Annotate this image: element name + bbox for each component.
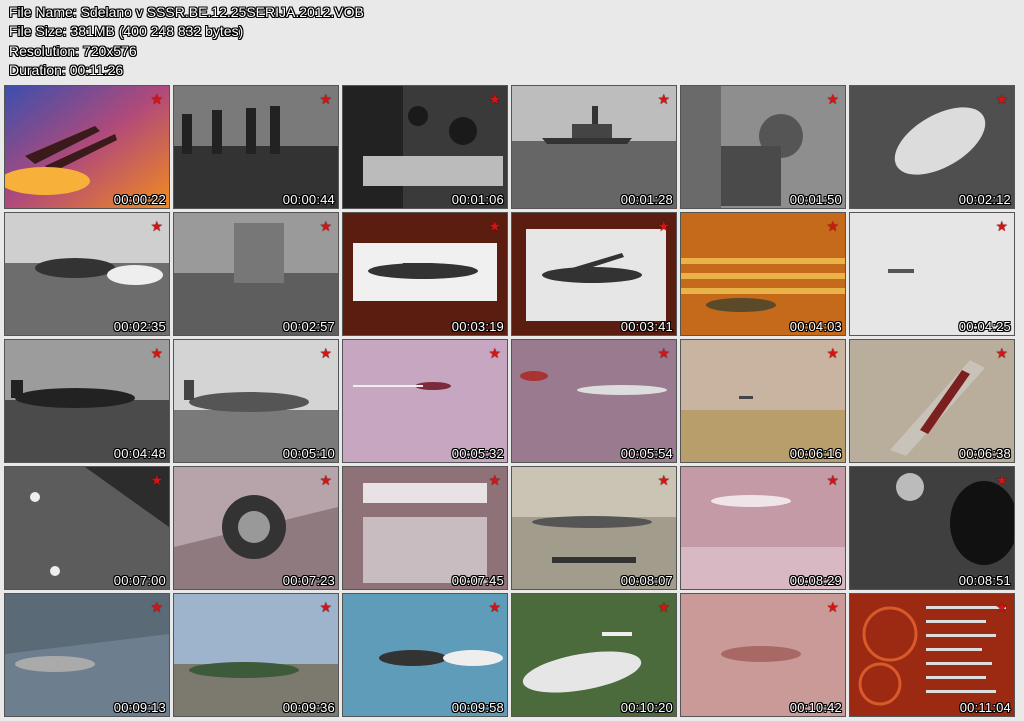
red-star-icon: ★ — [488, 91, 501, 107]
thumbnail-timestamp: 00:02:12 — [958, 192, 1011, 207]
video-thumbnail: ★ 00:02:35 — [5, 213, 169, 335]
red-star-icon: ★ — [657, 91, 670, 107]
video-thumbnail: ★ 00:02:12 — [850, 86, 1014, 208]
thumbnail-timestamp: 00:10:20 — [620, 700, 673, 715]
red-star-icon: ★ — [319, 91, 332, 107]
video-thumbnail: ★ 00:02:57 — [174, 213, 338, 335]
red-star-icon: ★ — [488, 218, 501, 234]
thumbnail-timestamp: 00:10:42 — [789, 700, 842, 715]
resolution-text: Resolution: 720x576 — [9, 42, 137, 59]
thumbnail-timestamp: 00:03:19 — [451, 319, 504, 334]
thumbnail-timestamp: 00:02:57 — [282, 319, 335, 334]
video-thumbnail: ★ 00:09:58 — [343, 594, 507, 716]
thumbnail-timestamp: 00:04:03 — [789, 319, 842, 334]
red-star-icon: ★ — [657, 472, 670, 488]
video-thumbnail: ★ 00:05:10 — [174, 340, 338, 462]
red-star-icon: ★ — [657, 599, 670, 615]
thumbnail-timestamp: 00:06:38 — [958, 446, 1011, 461]
red-star-icon: ★ — [488, 345, 501, 361]
red-star-icon: ★ — [319, 218, 332, 234]
video-thumbnail: ★ 00:00:44 — [174, 86, 338, 208]
thumbnail-timestamp: 00:08:51 — [958, 573, 1011, 588]
thumbnail-timestamp: 00:01:06 — [451, 192, 504, 207]
red-star-icon: ★ — [826, 472, 839, 488]
thumbnail-timestamp: 00:06:16 — [789, 446, 842, 461]
red-star-icon: ★ — [150, 91, 163, 107]
red-star-icon: ★ — [657, 218, 670, 234]
red-star-icon: ★ — [319, 599, 332, 615]
video-thumbnail: ★ 00:00:22 — [5, 86, 169, 208]
video-thumbnail: ★ 00:04:25 — [850, 213, 1014, 335]
thumbnail-timestamp: 00:04:48 — [113, 446, 166, 461]
red-star-icon: ★ — [995, 345, 1008, 361]
red-star-icon: ★ — [488, 472, 501, 488]
thumbnail-timestamp: 00:05:32 — [451, 446, 504, 461]
red-star-icon: ★ — [657, 345, 670, 361]
video-thumbnail: ★ 00:10:42 — [681, 594, 845, 716]
duration-text: Duration: 00:11:26 — [9, 61, 124, 78]
video-thumbnail: ★ 00:04:48 — [5, 340, 169, 462]
video-thumbnail: ★ 00:01:28 — [512, 86, 676, 208]
red-star-icon: ★ — [488, 599, 501, 615]
video-thumbnail: ★ 00:05:54 — [512, 340, 676, 462]
file-info-header: File Name: Sdelano v SSSR.BE.12.25SERIJA… — [9, 3, 364, 80]
video-thumbnail: ★ 00:08:07 — [512, 467, 676, 589]
video-thumbnail: ★ 00:08:29 — [681, 467, 845, 589]
thumbnail-grid: ★ 00:00:22 ★ 00:00:44 ★ 00:01:06 ★ 00:01:28 ★ 00:… — [5, 86, 1014, 716]
red-star-icon: ★ — [995, 218, 1008, 234]
thumbnail-timestamp: 00:08:07 — [620, 573, 673, 588]
video-thumbnail: ★ 00:06:38 — [850, 340, 1014, 462]
red-star-icon: ★ — [150, 472, 163, 488]
video-thumbnail: ★ 00:11:04 — [850, 594, 1014, 716]
thumbnail-timestamp: 00:05:10 — [282, 446, 335, 461]
thumbnail-timestamp: 00:07:23 — [282, 573, 335, 588]
thumbnail-timestamp: 00:00:22 — [113, 192, 166, 207]
video-thumbnail: ★ 00:07:45 — [343, 467, 507, 589]
file-size-text: File Size: 381MB (400 248 832 bytes) — [9, 23, 244, 40]
red-star-icon: ★ — [995, 91, 1008, 107]
thumbnail-timestamp: 00:01:28 — [620, 192, 673, 207]
thumbnail-timestamp: 00:07:00 — [113, 573, 166, 588]
video-thumbnail: ★ 00:05:32 — [343, 340, 507, 462]
red-star-icon: ★ — [826, 91, 839, 107]
red-star-icon: ★ — [826, 345, 839, 361]
video-thumbnail: ★ 00:09:13 — [5, 594, 169, 716]
thumbnail-timestamp: 00:02:35 — [113, 319, 166, 334]
red-star-icon: ★ — [995, 599, 1008, 615]
thumbnail-timestamp: 00:09:58 — [451, 700, 504, 715]
video-thumbnail: ★ 00:08:51 — [850, 467, 1014, 589]
video-thumbnail: ★ 00:09:36 — [174, 594, 338, 716]
red-star-icon: ★ — [150, 599, 163, 615]
thumbnail-timestamp: 00:00:44 — [282, 192, 335, 207]
thumbnail-timestamp: 00:09:36 — [282, 700, 335, 715]
thumbnail-timestamp: 00:07:45 — [451, 573, 504, 588]
thumbnail-timestamp: 00:03:41 — [620, 319, 673, 334]
thumbnail-timestamp: 00:11:04 — [959, 700, 1011, 715]
video-thumbnail: ★ 00:03:41 — [512, 213, 676, 335]
thumbnail-timestamp: 00:09:13 — [113, 700, 166, 715]
video-thumbnail: ★ 00:01:50 — [681, 86, 845, 208]
red-star-icon: ★ — [150, 218, 163, 234]
video-thumbnail: ★ 00:10:20 — [512, 594, 676, 716]
video-thumbnail: ★ 00:06:16 — [681, 340, 845, 462]
red-star-icon: ★ — [319, 472, 332, 488]
red-star-icon: ★ — [319, 345, 332, 361]
video-thumbnail: ★ 00:03:19 — [343, 213, 507, 335]
video-thumbnail: ★ 00:07:23 — [174, 467, 338, 589]
red-star-icon: ★ — [826, 218, 839, 234]
thumbnail-timestamp: 00:05:54 — [620, 446, 673, 461]
video-thumbnail: ★ 00:01:06 — [343, 86, 507, 208]
video-thumbnail: ★ 00:07:00 — [5, 467, 169, 589]
red-star-icon: ★ — [150, 345, 163, 361]
video-thumbnail: ★ 00:04:03 — [681, 213, 845, 335]
thumbnail-timestamp: 00:04:25 — [958, 319, 1011, 334]
red-star-icon: ★ — [826, 599, 839, 615]
thumbnail-timestamp: 00:08:29 — [789, 573, 842, 588]
thumbnail-timestamp: 00:01:50 — [789, 192, 842, 207]
file-name-text: File Name: Sdelano v SSSR.BE.12.25SERIJA… — [9, 4, 364, 20]
red-star-icon: ★ — [995, 472, 1008, 488]
